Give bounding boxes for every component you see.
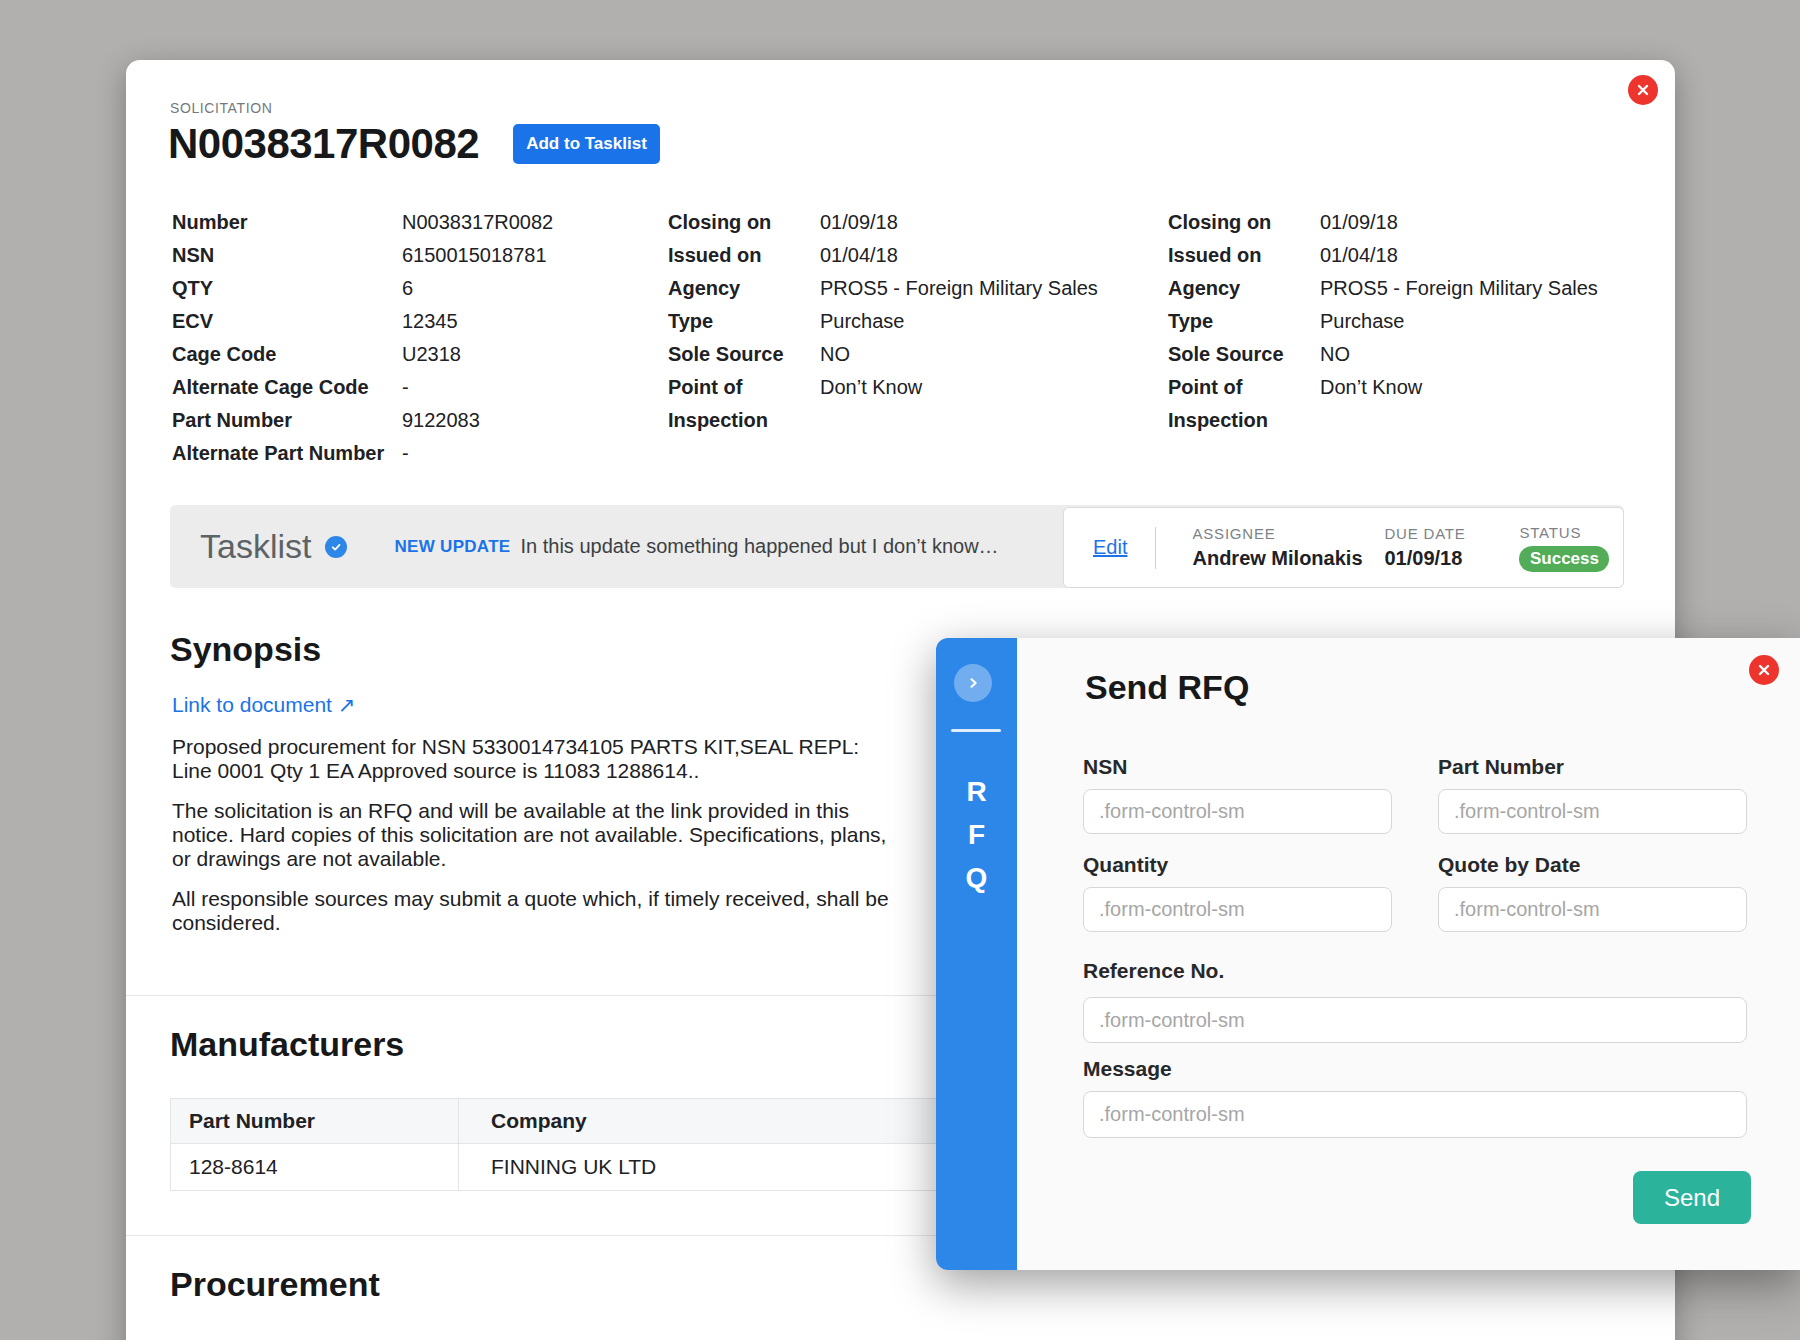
assignee-label: ASSIGNEE xyxy=(1192,525,1384,542)
detail-label: Number xyxy=(172,206,402,239)
quote-by-date-input[interactable] xyxy=(1438,887,1747,932)
due-date-label: DUE DATE xyxy=(1384,525,1519,542)
chevron-right-icon xyxy=(964,674,982,692)
detail-label: Cage Code xyxy=(172,338,402,371)
detail-label: Point of Inspection xyxy=(1168,371,1320,437)
detail-value: 01/04/18 xyxy=(1320,239,1398,272)
assignee-value: Andrew Milonakis xyxy=(1192,547,1384,570)
table-header-part-number: Part Number xyxy=(171,1099,459,1144)
synopsis-text: Proposed procurement for NSN 53300147341… xyxy=(172,735,892,951)
card-close-button[interactable] xyxy=(1628,75,1658,105)
status-badge: Success xyxy=(1519,546,1609,572)
tasklist-meta-panel: Edit ASSIGNEE Andrew Milonakis DUE DATE … xyxy=(1063,507,1624,588)
document-link[interactable]: Link to document ↗ xyxy=(172,693,355,717)
add-to-tasklist-button[interactable]: Add to Tasklist xyxy=(513,124,660,164)
synopsis-paragraph: The solicitation is an RFQ and will be a… xyxy=(172,799,892,871)
new-update-label: NEW UPDATE xyxy=(394,537,510,557)
quantity-input[interactable] xyxy=(1083,887,1392,932)
detail-value: - xyxy=(402,371,409,404)
detail-value: N0038317R0082 xyxy=(402,206,553,239)
detail-label: Closing on xyxy=(668,206,820,239)
detail-label: Issued on xyxy=(668,239,820,272)
close-icon xyxy=(1756,662,1772,678)
detail-value: 9122083 xyxy=(402,404,480,437)
rfq-modal-sidebar: R F Q xyxy=(936,638,1017,1270)
part-number-input[interactable] xyxy=(1438,789,1747,834)
cell-part-number: 128-8614 xyxy=(171,1144,459,1191)
message-label: Message xyxy=(1083,1057,1172,1081)
detail-value: - xyxy=(402,437,409,470)
detail-label: Type xyxy=(668,305,820,338)
detail-value: NO xyxy=(820,338,850,371)
detail-label: Type xyxy=(1168,305,1320,338)
message-input[interactable] xyxy=(1083,1091,1747,1138)
detail-value: Don’t Know xyxy=(1320,371,1422,404)
detail-value: 01/09/18 xyxy=(820,206,898,239)
detail-label: Agency xyxy=(1168,272,1320,305)
detail-value: 12345 xyxy=(402,305,458,338)
detail-label: Issued on xyxy=(1168,239,1320,272)
detail-label: Part Number xyxy=(172,404,402,437)
detail-value: 01/04/18 xyxy=(820,239,898,272)
collapse-panel-button[interactable] xyxy=(954,664,992,702)
detail-label: Agency xyxy=(668,272,820,305)
modal-title: Send RFQ xyxy=(1085,666,1249,708)
detail-value: Purchase xyxy=(820,305,905,338)
detail-label: Alternate Cage Code xyxy=(172,371,402,404)
send-button[interactable]: Send xyxy=(1633,1171,1751,1224)
detail-label: Sole Source xyxy=(1168,338,1320,371)
quote-by-date-label: Quote by Date xyxy=(1438,853,1580,877)
solicitation-number-title: N0038317R0082 xyxy=(168,120,479,168)
detail-label: Alternate Part Number xyxy=(172,437,402,470)
solicitation-eyebrow: SOLICITATION xyxy=(170,100,272,116)
sidebar-divider xyxy=(951,729,1001,732)
update-text: In this update something happened but I … xyxy=(520,535,998,558)
tasklist-check-icon xyxy=(325,536,347,558)
modal-close-button[interactable] xyxy=(1749,655,1779,685)
reference-no-label: Reference No. xyxy=(1083,959,1224,983)
detail-label: QTY xyxy=(172,272,402,305)
detail-value: 01/09/18 xyxy=(1320,206,1398,239)
nsn-input[interactable] xyxy=(1083,789,1392,834)
detail-value: NO xyxy=(1320,338,1350,371)
detail-label: Sole Source xyxy=(668,338,820,371)
send-rfq-modal: R F Q Send RFQ NSN Part Number Quantity … xyxy=(936,638,1800,1270)
detail-label: ECV xyxy=(172,305,402,338)
due-date-value: 01/09/18 xyxy=(1384,547,1519,570)
details-column-right: Closing on01/09/18 Issued on01/04/18 Age… xyxy=(1168,206,1598,437)
part-number-label: Part Number xyxy=(1438,755,1564,779)
details-column-left: NumberN0038317R0082 NSN6150015018781 QTY… xyxy=(172,206,553,470)
edit-link[interactable]: Edit xyxy=(1093,536,1127,559)
reference-no-input[interactable] xyxy=(1083,997,1747,1043)
close-icon xyxy=(1635,82,1651,98)
rfq-vertical-label: R F Q xyxy=(936,770,1017,899)
detail-value: Don’t Know xyxy=(820,371,922,404)
detail-value: PROS5 - Foreign Military Sales xyxy=(1320,272,1598,305)
synopsis-paragraph: All responsible sources may submit a quo… xyxy=(172,887,892,935)
detail-label: Closing on xyxy=(1168,206,1320,239)
synopsis-paragraph: Proposed procurement for NSN 53300147341… xyxy=(172,735,892,783)
detail-value: U2318 xyxy=(402,338,461,371)
detail-value: 6150015018781 xyxy=(402,239,547,272)
nsn-label: NSN xyxy=(1083,755,1127,779)
detail-label: Point of Inspection xyxy=(668,371,820,437)
quantity-label: Quantity xyxy=(1083,853,1168,877)
detail-value: Purchase xyxy=(1320,305,1405,338)
details-column-middle: Closing on01/09/18 Issued on01/04/18 Age… xyxy=(668,206,1098,437)
procurement-heading: Procurement xyxy=(170,1264,380,1304)
manufacturers-heading: Manufacturers xyxy=(170,1024,404,1064)
tasklist-title: Tasklist xyxy=(200,527,311,566)
detail-label: NSN xyxy=(172,239,402,272)
synopsis-heading: Synopsis xyxy=(170,629,321,669)
detail-value: 6 xyxy=(402,272,413,305)
status-label: STATUS xyxy=(1519,524,1609,541)
detail-value: PROS5 - Foreign Military Sales xyxy=(820,272,1098,305)
vertical-divider xyxy=(1155,527,1156,569)
external-link-icon: ↗ xyxy=(338,693,356,716)
